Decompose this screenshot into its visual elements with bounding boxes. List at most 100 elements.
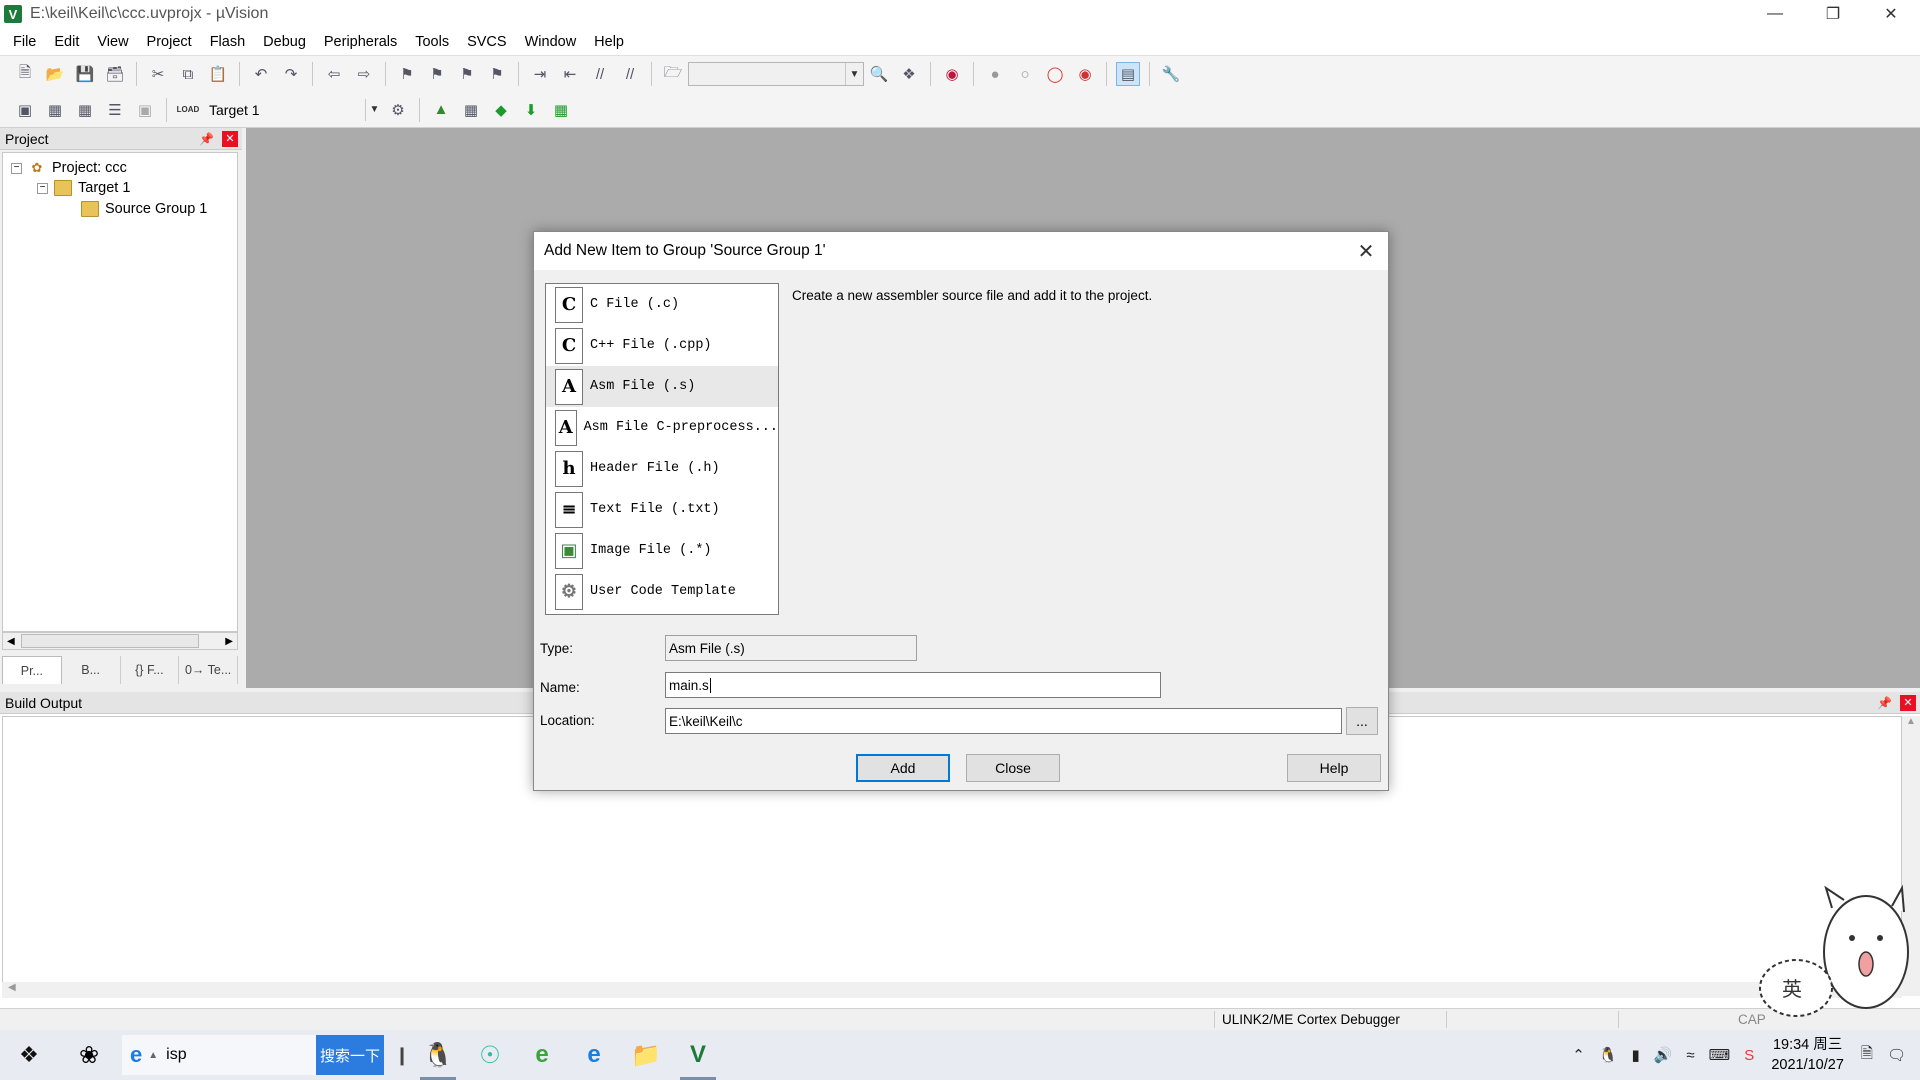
configure-wrench-icon[interactable]: 🔧 [1159, 62, 1183, 86]
close-panel-icon[interactable]: ✕ [222, 130, 238, 147]
list-item-image-file[interactable]: ▣ Image File (.*) [546, 530, 778, 571]
file-explorer-icon[interactable]: 📁 [620, 1030, 672, 1080]
copy-icon[interactable]: ⧉ [176, 62, 200, 86]
system-clock[interactable]: 19:34 周三 2021/10/27 [1771, 1035, 1844, 1075]
list-item-user-code-template[interactable]: ⚙ User Code Template [546, 571, 778, 612]
disable-all-breakpoints-icon[interactable]: ◯ [1043, 62, 1067, 86]
uncomment-icon[interactable]: // [618, 62, 642, 86]
collapse-icon[interactable]: − [11, 162, 22, 174]
debug-session-icon[interactable]: ◉ [940, 62, 964, 86]
unindent-icon[interactable]: ⇤ [558, 62, 582, 86]
tree-node-source-group[interactable]: Source Group 1 [81, 198, 207, 220]
window-layout-icon[interactable]: ▤ [1116, 62, 1140, 86]
name-input[interactable]: main.s [665, 672, 1161, 698]
indent-icon[interactable]: ⇥ [528, 62, 552, 86]
tab-project[interactable]: Pr... [2, 656, 62, 684]
disable-breakpoint-icon[interactable]: ○ [1013, 62, 1037, 86]
list-item-c-file[interactable]: C C File (.c) [546, 284, 778, 325]
menu-view[interactable]: View [88, 34, 137, 50]
batch-build-icon[interactable]: ☰ [103, 98, 127, 122]
menu-edit[interactable]: Edit [45, 34, 88, 50]
bookmark-next-icon[interactable]: ⚑ [455, 62, 479, 86]
target-options-icon[interactable]: ⚙ [386, 98, 410, 122]
sogou-ime-icon[interactable]: S [1744, 1047, 1754, 1064]
bookmark-prev-icon[interactable]: ⚑ [425, 62, 449, 86]
list-item-header-file[interactable]: h Header File (.h) [546, 448, 778, 489]
translate-icon[interactable]: ▣ [13, 98, 37, 122]
undo-icon[interactable]: ↶ [249, 62, 273, 86]
tree-node-project[interactable]: − ✿ Project: ccc [11, 157, 127, 179]
edge-browser-icon[interactable]: e [568, 1030, 620, 1080]
find-combo[interactable]: ▼ [688, 62, 864, 86]
paste-icon[interactable]: 📋 [206, 62, 230, 86]
keil-uvision-icon[interactable]: V [672, 1030, 724, 1080]
volume-icon[interactable]: 🔊 [1654, 1046, 1673, 1064]
navigate-back-icon[interactable]: ⇦ [322, 62, 346, 86]
incremental-find-icon[interactable]: ❖ [897, 62, 921, 86]
scroll-right-icon[interactable]: ▶ [225, 636, 237, 647]
close-window-button[interactable]: ✕ [1862, 0, 1920, 28]
menu-svcs[interactable]: SVCS [458, 34, 516, 50]
breakpoint-icon[interactable]: ● [983, 62, 1007, 86]
menu-flash[interactable]: Flash [201, 34, 254, 50]
menu-peripherals[interactable]: Peripherals [315, 34, 406, 50]
list-item-text-file[interactable]: ≡ Text File (.txt) [546, 489, 778, 530]
open-file-icon[interactable]: 📂 [43, 62, 67, 86]
horizontal-scrollbar[interactable]: ◀ [2, 982, 1902, 998]
scroll-left-icon[interactable]: ◀ [3, 636, 15, 647]
scroll-thumb[interactable] [21, 634, 199, 648]
pack-installer-icon[interactable]: ⬇ [519, 98, 543, 122]
find-icon[interactable]: 🔍 [867, 62, 891, 86]
kill-breakpoints-icon[interactable]: ◉ [1073, 62, 1097, 86]
list-item-cpp-file[interactable]: C C++ File (.cpp) [546, 325, 778, 366]
tab-templates[interactable]: 0→ Te... [179, 656, 238, 684]
menu-project[interactable]: Project [138, 34, 201, 50]
bookmark-icon[interactable]: ⚑ [395, 62, 419, 86]
chevron-down-icon[interactable]: ▼ [845, 63, 863, 85]
stop-build-icon[interactable]: ▣ [133, 98, 157, 122]
wifi-icon[interactable]: ≈ [1686, 1047, 1694, 1064]
app-swirl-icon[interactable]: ❀ [58, 1030, 120, 1080]
cut-icon[interactable]: ✂ [146, 62, 170, 86]
load-download-icon[interactable]: LOAD [176, 98, 200, 122]
green-circle-app-icon[interactable]: ☉ [464, 1030, 516, 1080]
tree-node-target[interactable]: − Target 1 [37, 177, 130, 199]
navigate-forward-icon[interactable]: ⇨ [352, 62, 376, 86]
restore-button[interactable]: ❐ [1804, 0, 1862, 28]
close-panel-icon[interactable]: ✕ [1900, 694, 1916, 711]
run-time-environment-icon[interactable]: ▦ [549, 98, 573, 122]
target-select[interactable]: Target 1 ▼ [203, 97, 383, 122]
minimize-button[interactable]: — [1746, 0, 1804, 28]
taskbar-search-box[interactable]: e ▲ isp [122, 1035, 316, 1075]
close-button[interactable]: Close [966, 754, 1060, 782]
help-button[interactable]: Help [1287, 754, 1381, 782]
menu-window[interactable]: Window [516, 34, 586, 50]
list-item-asm-file[interactable]: A Asm File (.s) [546, 366, 778, 407]
qq-penguin-icon[interactable]: 🐧 [412, 1030, 464, 1080]
build-icon[interactable]: ▦ [43, 98, 67, 122]
find-in-files-icon[interactable]: 🗁 [661, 62, 685, 86]
file-extensions-icon[interactable]: ▲ [429, 98, 453, 122]
bookmark-clear-icon[interactable]: ⚑ [485, 62, 509, 86]
tab-books[interactable]: B... [62, 656, 121, 684]
manage-components-icon[interactable]: ▦ [459, 98, 483, 122]
menu-tools[interactable]: Tools [406, 34, 458, 50]
green-browser-icon[interactable]: e [516, 1030, 568, 1080]
show-hidden-icons-icon[interactable]: ⌃ [1572, 1046, 1585, 1064]
collapse-icon[interactable]: − [37, 182, 48, 194]
save-icon[interactable]: 💾 [73, 62, 97, 86]
select-packs-icon[interactable]: ◆ [489, 98, 513, 122]
pin-icon[interactable]: 📌 [1877, 696, 1892, 710]
windows-start-icon[interactable]: ❖ [0, 1030, 58, 1080]
tab-functions[interactable]: {} F... [121, 656, 180, 684]
notes-icon[interactable]: 🗎 [1861, 1043, 1873, 1068]
qq-tray-icon[interactable]: 🐧 [1599, 1046, 1618, 1064]
keyboard-icon[interactable]: ⌨ [1709, 1046, 1731, 1064]
save-all-icon[interactable]: 🗃 [103, 62, 127, 86]
menu-debug[interactable]: Debug [254, 34, 315, 50]
rebuild-icon[interactable]: ▦ [73, 98, 97, 122]
location-input[interactable]: E:\keil\Keil\c [665, 708, 1342, 734]
list-item-asm-preprocess-file[interactable]: A Asm File C-preprocess... [546, 407, 778, 448]
redo-icon[interactable]: ↷ [279, 62, 303, 86]
comment-icon[interactable]: // [588, 62, 612, 86]
